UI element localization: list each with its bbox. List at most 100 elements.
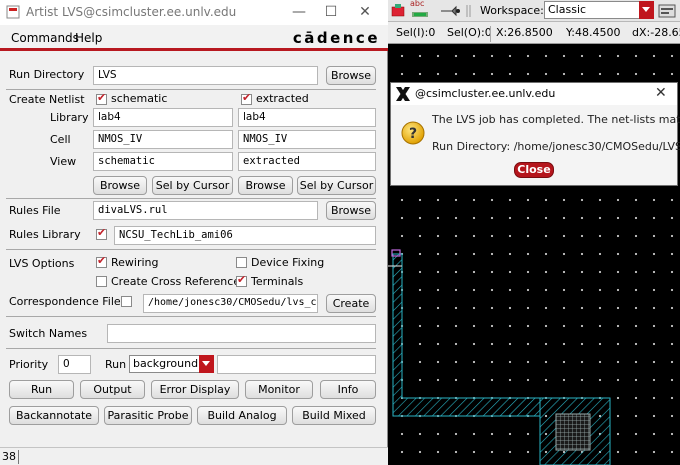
view-label: View bbox=[50, 155, 77, 168]
build-analog-button[interactable]: Build Analog bbox=[197, 406, 287, 425]
window-title: Artist LVS@csimcluster.ee.unlv.edu bbox=[26, 5, 237, 19]
divider bbox=[6, 89, 376, 90]
error-display-button[interactable]: Error Display bbox=[151, 380, 239, 399]
divider bbox=[6, 198, 376, 199]
extracted-cell-input[interactable]: NMOS_IV bbox=[238, 130, 376, 149]
run-mode-value: background bbox=[133, 357, 199, 370]
menu-bar: Commands Help cādence bbox=[0, 25, 388, 51]
contact-array[interactable] bbox=[555, 413, 591, 451]
schematic-library-input[interactable]: lab4 bbox=[93, 108, 233, 127]
menu-commands[interactable]: Commands bbox=[11, 31, 79, 45]
lvs-titlebar[interactable]: Artist LVS@csimcluster.ee.unlv.edu — ☐ ✕ bbox=[0, 0, 388, 25]
device-fixing-checkbox[interactable] bbox=[236, 257, 247, 268]
device-fixing-label: Device Fixing bbox=[251, 256, 325, 269]
run-directory-label: Run Directory bbox=[9, 68, 85, 81]
terminals-checkbox[interactable] bbox=[236, 273, 247, 287]
schematic-view-input[interactable]: schematic bbox=[93, 152, 233, 171]
schematic-browse-button[interactable]: Browse bbox=[93, 176, 147, 195]
switch-names-input[interactable] bbox=[107, 324, 376, 343]
selected-instances: Sel(I):0 bbox=[396, 26, 436, 39]
extracted-view-input[interactable]: extracted bbox=[238, 152, 376, 171]
layout-toolbar: abc Workspace: Classic bbox=[388, 0, 680, 22]
workspace-label: Workspace: bbox=[480, 4, 544, 17]
extracted-checkbox-label: extracted bbox=[256, 92, 309, 105]
schematic-checkbox[interactable] bbox=[96, 91, 107, 105]
rewiring-label: Rewiring bbox=[111, 256, 159, 269]
schematic-cell-input[interactable]: NMOS_IV bbox=[93, 130, 233, 149]
run-directory-input[interactable]: LVS bbox=[93, 66, 318, 85]
build-mixed-button[interactable]: Build Mixed bbox=[292, 406, 376, 425]
dialog-close-button[interactable]: Close bbox=[514, 162, 554, 178]
workspace-dropdown-arrow-icon[interactable] bbox=[639, 1, 654, 19]
schematic-checkbox-label: schematic bbox=[111, 92, 168, 105]
dialog-titlebar[interactable]: @csimcluster.ee.unlv.edu ✕ bbox=[391, 83, 677, 105]
rewiring-checkbox[interactable] bbox=[96, 254, 107, 268]
minimize-button[interactable]: — bbox=[282, 0, 316, 25]
run-mode-label: Run bbox=[105, 358, 127, 371]
metal-path[interactable] bbox=[392, 253, 541, 417]
run-mode-dropdown-arrow-icon[interactable] bbox=[199, 355, 214, 373]
workspace-select[interactable]: Classic bbox=[544, 1, 654, 19]
priority-label: Priority bbox=[9, 358, 49, 371]
rules-file-label: Rules File bbox=[9, 204, 61, 217]
rules-library-input[interactable]: NCSU_TechLib_ami06 bbox=[114, 226, 376, 245]
probe-icon[interactable] bbox=[438, 3, 462, 19]
cursor-x: X:26.8500 bbox=[496, 26, 553, 39]
switch-names-label: Switch Names bbox=[9, 327, 88, 340]
correspondence-file-label: Correspondence File bbox=[9, 295, 121, 308]
extracted-library-input[interactable]: lab4 bbox=[238, 108, 376, 127]
status-bar: 38 bbox=[0, 447, 388, 465]
library-label: Library bbox=[50, 111, 89, 124]
status-divider bbox=[490, 26, 491, 42]
workspace-manager-icon[interactable] bbox=[658, 3, 678, 19]
backannotate-button[interactable]: Backannotate bbox=[9, 406, 99, 425]
run-mode-select[interactable]: background bbox=[129, 355, 214, 373]
workspace-value: Classic bbox=[548, 3, 587, 16]
cell-label: Cell bbox=[50, 133, 71, 146]
terminals-label: Terminals bbox=[251, 275, 304, 288]
selected-objects: Sel(O):0 bbox=[447, 26, 492, 39]
info-button[interactable]: Info bbox=[320, 380, 376, 399]
rules-file-browse-button[interactable]: Browse bbox=[326, 201, 376, 220]
correspondence-create-button[interactable]: Create bbox=[326, 294, 376, 313]
cadence-logo: cādence bbox=[292, 29, 380, 47]
cross-reference-label: Create Cross Reference bbox=[111, 275, 241, 288]
dialog-title: @csimcluster.ee.unlv.edu bbox=[415, 87, 556, 100]
run-mode-extra-input[interactable] bbox=[217, 355, 376, 374]
extracted-checkbox[interactable] bbox=[241, 91, 252, 105]
close-window-button[interactable]: ✕ bbox=[348, 0, 382, 25]
extracted-sel-by-cursor-button[interactable]: Sel by Cursor bbox=[297, 176, 376, 195]
label-tool-glyph-icon bbox=[412, 12, 428, 17]
priority-input[interactable]: 0 bbox=[58, 355, 91, 374]
toolbar-handle-icon bbox=[466, 5, 471, 17]
rules-file-input[interactable]: divaLVS.rul bbox=[93, 201, 318, 220]
cross-reference-checkbox[interactable] bbox=[96, 276, 107, 287]
monitor-button[interactable]: Monitor bbox=[245, 380, 313, 399]
lvs-complete-dialog: @csimcluster.ee.unlv.edu ✕ ? The LVS job… bbox=[390, 82, 680, 186]
divider bbox=[6, 249, 376, 250]
divider bbox=[6, 316, 376, 317]
menu-help[interactable]: Help bbox=[75, 31, 102, 45]
run-button[interactable]: Run bbox=[9, 380, 74, 399]
extracted-browse-button[interactable]: Browse bbox=[238, 176, 293, 195]
rules-library-checkbox[interactable] bbox=[96, 226, 107, 240]
dialog-close-icon[interactable]: ✕ bbox=[655, 85, 667, 101]
maximize-button[interactable]: ☐ bbox=[314, 0, 348, 25]
dialog-run-directory: Run Directory: /home/jonesc30/CMOSedu/LV… bbox=[432, 140, 680, 153]
correspondence-checkbox[interactable] bbox=[121, 296, 132, 307]
layout-editor-window: abc Workspace: Classic Sel(I):0 Sel(O):0… bbox=[388, 0, 680, 465]
output-button[interactable]: Output bbox=[80, 380, 145, 399]
cursor-y: Y:48.4500 bbox=[566, 26, 621, 39]
schematic-sel-by-cursor-button[interactable]: Sel by Cursor bbox=[152, 176, 233, 195]
dialog-message: The LVS job has completed. The net-lists… bbox=[432, 113, 680, 126]
parasitic-probe-button[interactable]: Parasitic Probe bbox=[104, 406, 192, 425]
x11-app-icon bbox=[396, 87, 410, 101]
rules-library-label: Rules Library bbox=[9, 228, 81, 241]
run-directory-browse-button[interactable]: Browse bbox=[326, 66, 376, 85]
correspondence-file-input[interactable]: /home/jonesc30/CMOSedu/lvs_c bbox=[143, 294, 318, 313]
divider bbox=[6, 348, 376, 349]
zoom-icon[interactable] bbox=[390, 3, 408, 19]
lvs-window: Artist LVS@csimcluster.ee.unlv.edu — ☐ ✕… bbox=[0, 0, 388, 465]
lvs-options-label: LVS Options bbox=[9, 257, 75, 270]
status-number: 38 bbox=[2, 450, 16, 463]
